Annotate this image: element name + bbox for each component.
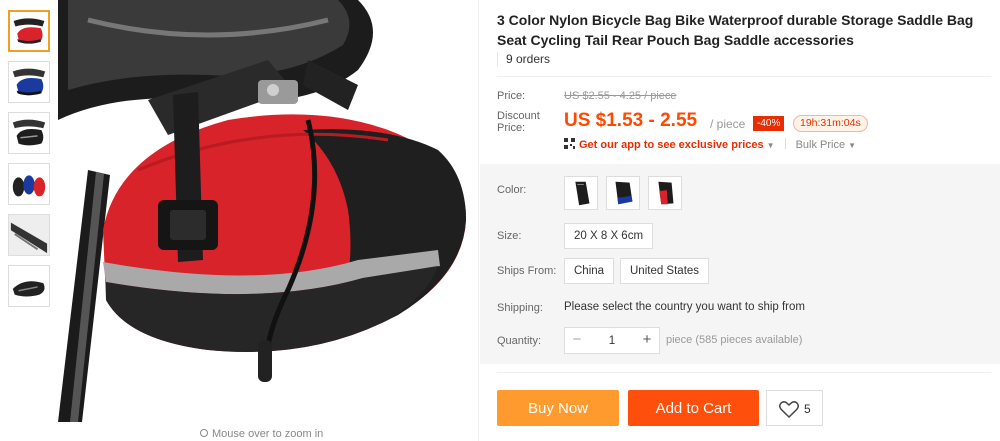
ships-from-label: Ships From: xyxy=(497,265,557,277)
chevron-down-icon[interactable]: ▼ xyxy=(767,141,775,150)
thumbnail-list xyxy=(8,10,52,316)
qr-code-icon xyxy=(564,138,575,149)
order-count: 9 orders xyxy=(497,52,558,66)
column-divider xyxy=(478,0,479,441)
thumbnail-6[interactable] xyxy=(8,265,50,307)
zoom-hint-text: Mouse over to zoom in xyxy=(212,428,324,440)
ships-from-united-states[interactable]: United States xyxy=(620,258,710,284)
buy-now-button[interactable]: Buy Now xyxy=(497,390,619,426)
bulk-price-dropdown[interactable]: Bulk Price xyxy=(796,139,846,151)
chevron-down-icon[interactable]: ▼ xyxy=(848,141,856,150)
price-label: Price: xyxy=(497,90,526,102)
thumbnail-6-image xyxy=(9,266,49,306)
separator xyxy=(784,138,786,149)
thumbnail-2[interactable] xyxy=(8,61,50,103)
quantity-input[interactable] xyxy=(589,328,635,353)
quantity-decrease-button[interactable]: − xyxy=(565,328,589,353)
saddle-bag-illustration xyxy=(58,0,474,422)
divider xyxy=(497,372,991,373)
thumbnail-4-image xyxy=(9,164,49,204)
blue-bag-image xyxy=(615,181,633,205)
heart-icon xyxy=(779,401,799,418)
product-title: 3 Color Nylon Bicycle Bag Bike Waterproo… xyxy=(497,12,974,48)
original-price: US $2.55 - 4.25 / piece xyxy=(564,90,677,102)
add-to-cart-button[interactable]: Add to Cart xyxy=(628,390,759,426)
discount-badge: -40% xyxy=(753,116,785,131)
quantity-stepper: − + xyxy=(564,327,660,354)
color-label: Color: xyxy=(497,184,527,196)
thumbnail-3-image xyxy=(9,113,49,153)
shipping-message: Please select the country you want to sh… xyxy=(564,301,805,313)
magnifier-icon xyxy=(200,429,208,437)
wishlist-button[interactable]: 5 xyxy=(766,390,823,426)
zoom-hint: Mouse over to zoom in xyxy=(200,428,323,440)
thumbnail-5[interactable] xyxy=(8,214,50,256)
app-promo-row: Get our app to see exclusive prices ▼ Bulk… xyxy=(564,138,856,151)
main-product-image[interactable] xyxy=(58,0,474,422)
thumbnail-1-image xyxy=(10,12,48,50)
quantity-increase-button[interactable]: + xyxy=(635,328,659,353)
thumbnail-3[interactable] xyxy=(8,112,50,154)
thumbnail-1[interactable] xyxy=(8,10,50,52)
wishlist-count: 5 xyxy=(804,402,811,416)
size-option[interactable]: 20 X 8 X 6cm xyxy=(564,223,654,249)
discount-price-label: Discount Price: xyxy=(497,110,540,134)
ships-from-china[interactable]: China xyxy=(564,258,615,284)
color-swatch-black[interactable] xyxy=(564,176,598,210)
thumbnail-5-image xyxy=(9,215,49,255)
shipping-label: Shipping: xyxy=(497,302,543,314)
countdown-timer: 19h:31m:04s xyxy=(793,115,868,132)
size-label: Size: xyxy=(497,230,522,242)
quantity-available: piece (585 pieces available) xyxy=(666,334,803,346)
black-bag-image xyxy=(575,181,590,206)
thumbnail-4[interactable] xyxy=(8,163,50,205)
divider xyxy=(497,76,991,77)
price-unit: / piece xyxy=(710,117,746,131)
discount-price: US $1.53 - 2.55 xyxy=(564,110,698,131)
app-promo-link[interactable]: Get our app to see exclusive prices xyxy=(579,139,764,151)
quantity-label: Quantity: xyxy=(497,335,542,347)
red-bag-image xyxy=(658,181,674,205)
color-swatch-red[interactable] xyxy=(648,176,682,210)
thumbnail-2-image xyxy=(9,62,49,102)
color-swatch-blue[interactable] xyxy=(606,176,640,210)
